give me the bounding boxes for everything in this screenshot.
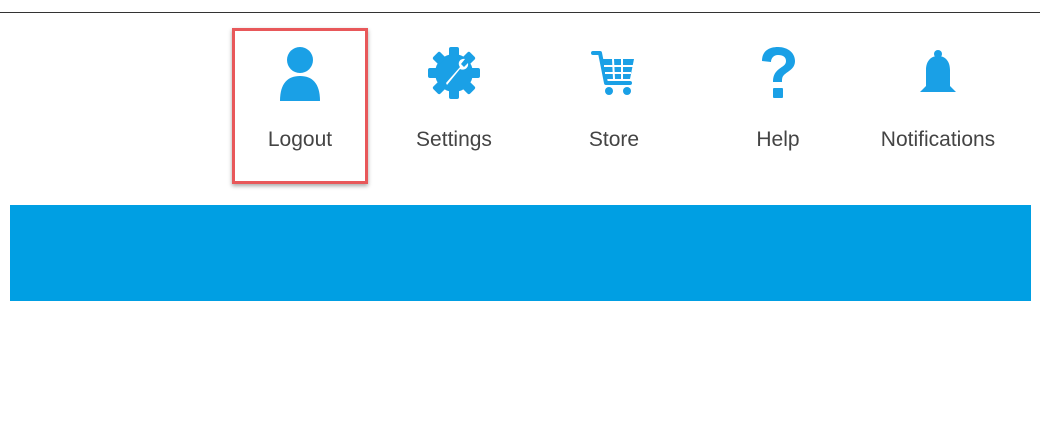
- notifications-button[interactable]: Notifications: [870, 28, 1006, 188]
- help-button[interactable]: Help: [710, 28, 846, 188]
- store-label: Store: [588, 128, 640, 151]
- cart-icon: [584, 42, 644, 104]
- logout-label: Logout: [267, 128, 333, 151]
- blue-banner: [10, 205, 1031, 301]
- notifications-label: Notifications: [880, 128, 996, 151]
- settings-button[interactable]: Settings: [386, 28, 522, 188]
- settings-label: Settings: [416, 128, 492, 151]
- top-divider: [0, 12, 1040, 13]
- help-label: Help: [756, 128, 800, 151]
- bell-icon: [908, 42, 968, 104]
- question-icon: [748, 42, 808, 104]
- store-button[interactable]: Store: [546, 28, 682, 188]
- top-toolbar: Logout Settings Store Help Notifications: [0, 28, 1040, 188]
- logout-button[interactable]: Logout: [232, 28, 368, 188]
- gear-wrench-icon: [424, 42, 484, 104]
- user-icon: [270, 42, 330, 104]
